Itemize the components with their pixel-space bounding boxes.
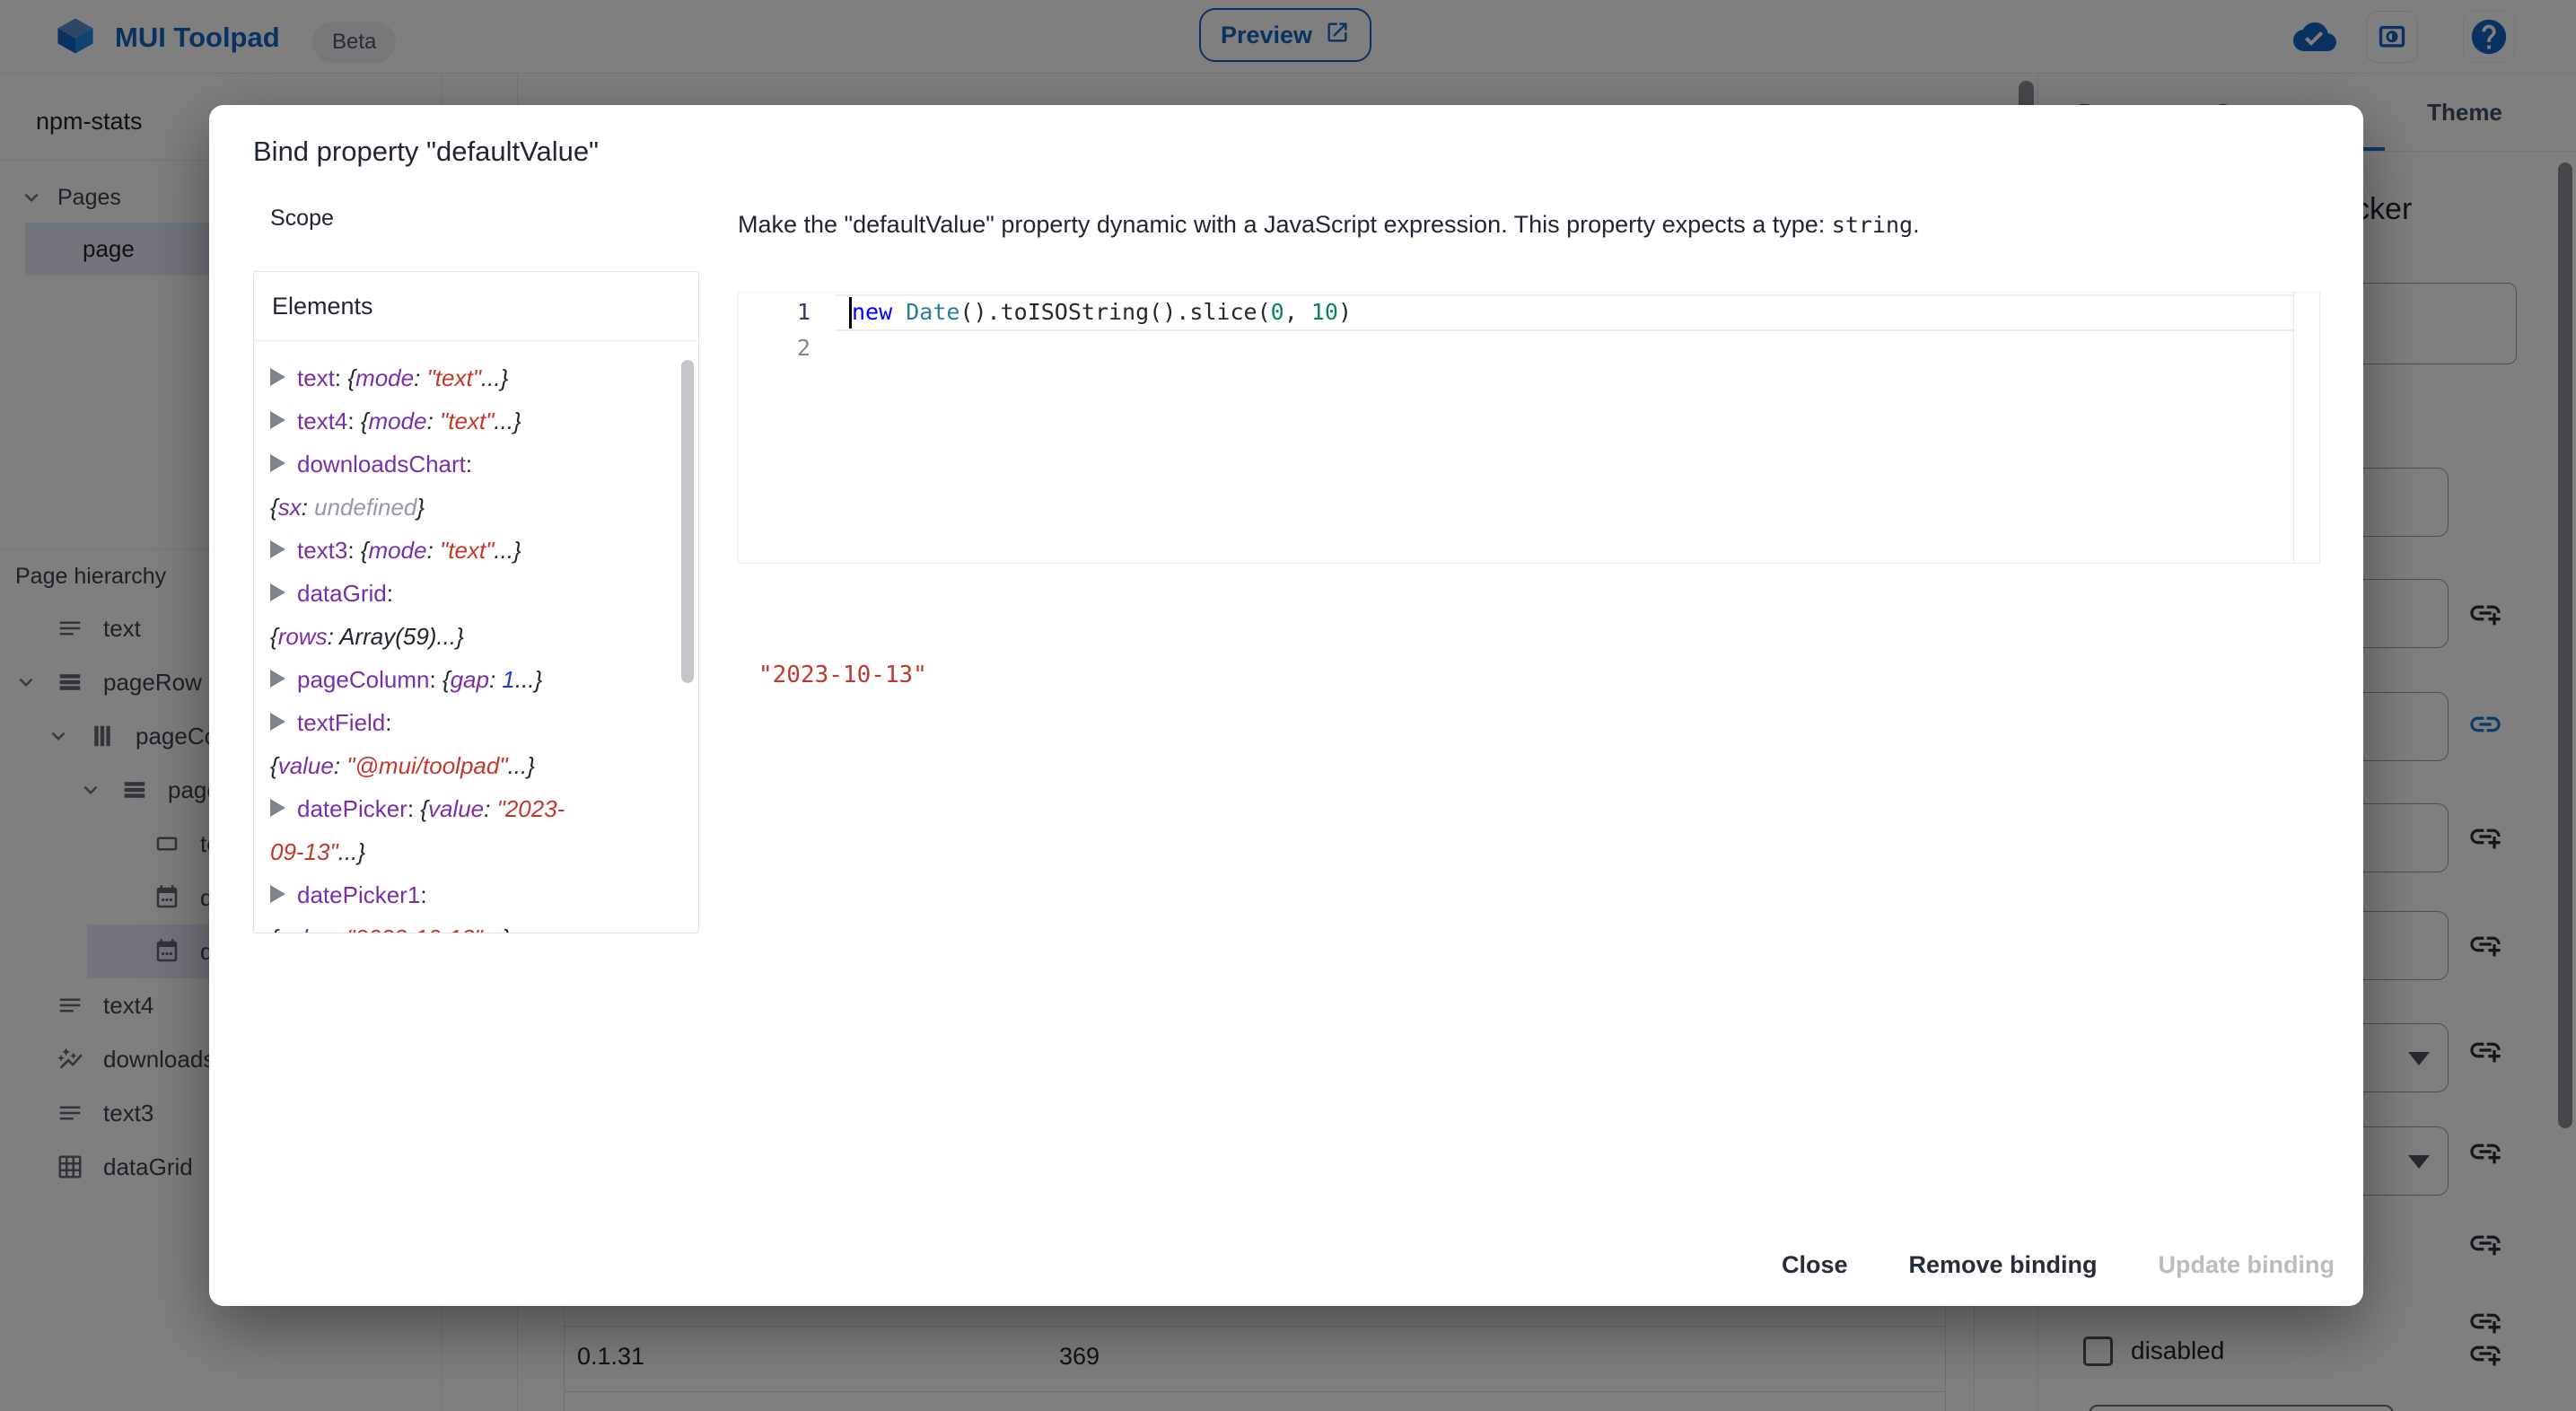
description-text: . <box>1913 211 1920 238</box>
expand-arrow-icon[interactable] <box>270 540 285 558</box>
editor-code-line: new Date().toISOString().slice(0, 10) <box>852 299 1352 325</box>
expand-arrow-icon[interactable] <box>270 368 285 386</box>
scope-tree-line[interactable]: text: {mode: "text"...} <box>270 356 677 399</box>
close-button[interactable]: Close <box>1782 1251 1848 1279</box>
scope-elements-box: Elements text: {mode: "text"...} text4: {… <box>253 271 699 933</box>
expand-arrow-icon[interactable] <box>270 670 285 688</box>
expand-arrow-icon[interactable] <box>270 799 285 817</box>
scope-tree-line[interactable]: dataGrid: <box>270 572 677 615</box>
scope-tree-line[interactable]: pageColumn: {gap: 1...} <box>270 658 677 701</box>
expand-arrow-icon[interactable] <box>270 411 285 429</box>
scope-tree-line[interactable]: downloadsChart: <box>270 443 677 486</box>
toolpad-app: MUI Toolpad Beta Preview npm-stats <box>0 0 2576 1411</box>
scope-tree-line[interactable]: datePicker1: <box>270 873 677 916</box>
scope-tree-line[interactable]: {value: "@mui/toolpad"...} <box>270 744 677 787</box>
bind-property-dialog: Bind property "defaultValue" Scope Eleme… <box>209 105 2363 1306</box>
update-binding-button[interactable]: Update binding <box>2159 1251 2335 1279</box>
scope-tree-line[interactable]: {sx: undefined} <box>270 486 677 529</box>
scope-tree-line[interactable]: textField: <box>270 701 677 744</box>
scope-tree-line[interactable]: {rows: Array(59)...} <box>270 615 677 658</box>
dialog-actions: Close Remove binding Update binding <box>1782 1238 2335 1292</box>
expand-arrow-icon[interactable] <box>270 583 285 601</box>
scope-tree-line[interactable]: datePicker: {value: "2023- <box>270 787 677 830</box>
editor-line-number: 2 <box>796 335 810 361</box>
elements-scrollbar[interactable] <box>681 360 694 683</box>
scope-label: Scope <box>270 206 334 231</box>
scope-tree-line[interactable]: text3: {mode: "text"...} <box>270 529 677 572</box>
dialog-title: Bind property "defaultValue" <box>253 136 600 167</box>
expand-arrow-icon[interactable] <box>270 885 285 903</box>
editor-minimap-divider <box>2293 293 2294 563</box>
scope-elements-list: text: {mode: "text"...} text4: {mode: "te… <box>254 342 677 933</box>
scope-tree-line[interactable]: 09-13"...} <box>270 830 677 873</box>
scope-tree-line[interactable]: {value: "2023-10-13"...} <box>270 916 677 933</box>
js-expression-editor[interactable]: 1 2 new Date().toISOString().slice(0, 10… <box>738 292 2320 564</box>
elements-header: Elements <box>254 272 698 341</box>
remove-binding-button[interactable]: Remove binding <box>1909 1251 2098 1279</box>
scope-tree-line[interactable]: text4: {mode: "text"...} <box>270 399 677 443</box>
expand-arrow-icon[interactable] <box>270 713 285 731</box>
description-type: string <box>1831 212 1914 238</box>
expand-arrow-icon[interactable] <box>270 454 285 472</box>
dialog-description: Make the "defaultValue" property dynamic… <box>738 211 1920 239</box>
expression-result-preview: "2023-10-13" <box>758 662 927 688</box>
description-text: Make the "defaultValue" property dynamic… <box>738 211 1832 238</box>
editor-line-number: 1 <box>796 299 810 325</box>
